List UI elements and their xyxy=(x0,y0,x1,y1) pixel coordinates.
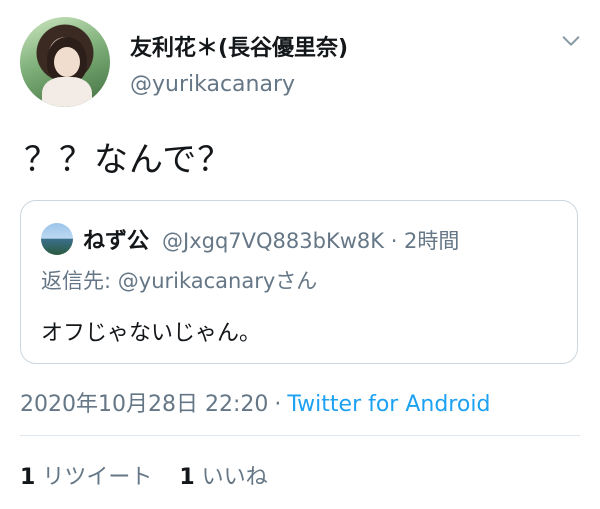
quoted-author-name: ねず公 xyxy=(83,229,150,254)
tweet-datetime[interactable]: 2020年10月28日 22:20 xyxy=(20,392,268,417)
author-display-name[interactable]: 友利花＊(長谷優里奈) xyxy=(130,30,348,62)
divider xyxy=(20,435,580,436)
quoted-reply-line: 返信先: @yurikacanaryさん xyxy=(41,265,317,295)
author-handle[interactable]: @yurikacanary xyxy=(130,72,295,97)
likes-label: いいね xyxy=(201,465,268,490)
avatar-body xyxy=(42,77,92,107)
tweet-client-link[interactable]: Twitter for Android xyxy=(287,392,490,417)
likes-stat[interactable]: 1 いいね xyxy=(179,465,267,490)
quoted-author-avatar xyxy=(41,223,73,255)
tweet-text: ？？なんで？ xyxy=(24,140,233,180)
quoted-tweet-card[interactable]: ねず公 @Jxgq7VQ883bKw8K · 2時間 返信先: @yurikac… xyxy=(20,200,578,364)
chevron-down-icon[interactable] xyxy=(560,30,582,52)
retweets-count: 1 xyxy=(20,465,36,490)
reply-suffix: さん xyxy=(275,269,318,293)
retweets-label: リツイート xyxy=(42,465,153,490)
timestamp-separator: · xyxy=(274,392,282,417)
reply-mention: @yurikacanary xyxy=(117,269,276,293)
reply-prefix: 返信先: xyxy=(41,269,118,293)
author-avatar[interactable] xyxy=(20,17,110,107)
avatar-face xyxy=(54,47,80,77)
tweet-timestamp-line: 2020年10月28日 22:20 · Twitter for Android xyxy=(20,386,490,418)
quoted-tweet-text: オフじゃないじゃん。 xyxy=(41,321,262,346)
likes-count: 1 xyxy=(179,465,195,490)
retweets-stat[interactable]: 1 リツイート xyxy=(20,465,152,490)
tweet-stats: 1 リツイート 1 いいね xyxy=(20,459,288,491)
quoted-tweet-meta: @Jxgq7VQ883bKw8K · 2時間 xyxy=(162,229,460,253)
